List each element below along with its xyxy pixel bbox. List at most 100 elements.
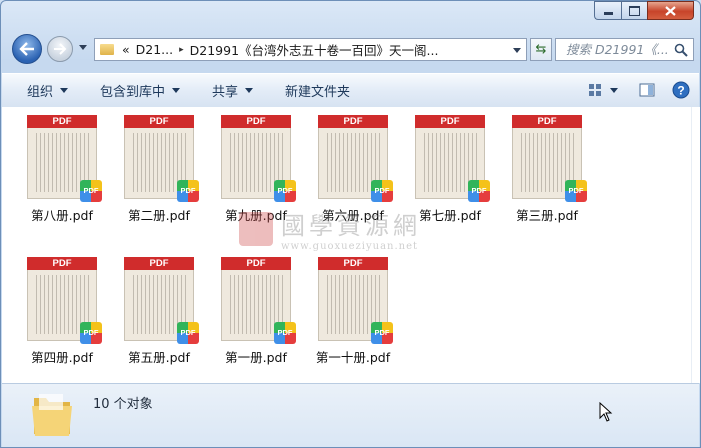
- change-view-button[interactable]: [585, 80, 605, 100]
- file-name: 第九册.pdf: [225, 208, 287, 223]
- file-item[interactable]: PDF PDF 第九册.pdf: [208, 115, 304, 224]
- forward-arrow-icon: [54, 43, 67, 55]
- help-icon: ?: [672, 81, 690, 99]
- explorer-window: « D21... ▸ D21991《台湾外志五十卷一百回》天一阁... ⇆ 搜索…: [0, 0, 701, 448]
- address-segment-parent[interactable]: D21...: [136, 42, 173, 57]
- folder-icon: [100, 44, 114, 55]
- share-label: 共享: [212, 85, 239, 100]
- pdf-app-icon: PDF: [274, 322, 296, 344]
- pdf-band: PDF: [318, 115, 388, 128]
- file-item[interactable]: PDF PDF 第四册.pdf: [14, 257, 110, 366]
- search-icon: [674, 43, 688, 57]
- close-button[interactable]: [647, 1, 694, 20]
- file-list-pane[interactable]: PDF PDF 第八册.pdf PDF PDF 第二册.pdf PDF PDF 第九册…: [2, 107, 691, 383]
- address-bar[interactable]: « D21... ▸ D21991《台湾外志五十卷一百回》天一阁...: [94, 38, 527, 61]
- pdf-app-icon: PDF: [468, 180, 490, 202]
- file-item[interactable]: PDF PDF 第五册.pdf: [111, 257, 207, 366]
- pdf-app-icon: PDF: [177, 322, 199, 344]
- search-placeholder: 搜索 D21991《...: [566, 42, 669, 57]
- refresh-button[interactable]: ⇆: [530, 38, 552, 61]
- preview-pane-button[interactable]: [637, 80, 657, 100]
- forward-button[interactable]: [47, 36, 73, 62]
- mouse-pointer-icon: [599, 402, 613, 422]
- pdf-app-icon: PDF: [177, 180, 199, 202]
- file-item[interactable]: PDF PDF 第七册.pdf: [402, 115, 498, 224]
- pdf-app-icon: PDF: [274, 180, 296, 202]
- pdf-thumbnail: PDF PDF: [318, 115, 393, 202]
- maximize-icon: [629, 5, 640, 16]
- pdf-app-icon: PDF: [80, 180, 102, 202]
- file-name: 第八册.pdf: [31, 208, 93, 223]
- refresh-icon: ⇆: [535, 42, 547, 57]
- back-button[interactable]: [12, 34, 42, 64]
- navigation-bar: « D21... ▸ D21991《台湾外志五十卷一百回》天一阁... ⇆ 搜索…: [9, 34, 694, 64]
- pdf-band: PDF: [221, 115, 291, 128]
- chevron-down-icon: [245, 88, 254, 93]
- file-item[interactable]: PDF PDF 第六册.pdf: [305, 115, 401, 224]
- close-icon: [665, 5, 676, 16]
- organize-label: 组织: [27, 85, 54, 100]
- new-folder-label: 新建文件夹: [285, 85, 351, 100]
- file-item[interactable]: PDF PDF 第一十册.pdf: [305, 257, 401, 366]
- back-arrow-icon: [19, 42, 34, 56]
- file-name: 第七册.pdf: [419, 208, 481, 223]
- pdf-thumbnail: PDF PDF: [221, 115, 296, 202]
- pdf-thumbnail: PDF PDF: [318, 257, 393, 344]
- window-caption-buttons: [594, 1, 694, 20]
- pdf-thumbnail: PDF PDF: [415, 115, 490, 202]
- pdf-thumbnail: PDF PDF: [124, 257, 199, 344]
- include-library-label: 包含到库中: [100, 85, 166, 100]
- file-name: 第一册.pdf: [225, 350, 287, 365]
- address-segment-current[interactable]: D21991《台湾外志五十卷一百回》天一阁...: [190, 40, 439, 59]
- minimize-button[interactable]: [594, 1, 621, 20]
- chevron-down-icon: [172, 88, 181, 93]
- file-name: 第二册.pdf: [128, 208, 190, 223]
- svg-text:?: ?: [677, 84, 684, 98]
- address-separator[interactable]: ▸: [179, 45, 184, 55]
- organize-menu[interactable]: 组织: [2, 81, 80, 100]
- address-dropdown[interactable]: [513, 48, 521, 53]
- pdf-thumbnail: PDF PDF: [27, 115, 102, 202]
- file-name: 第六册.pdf: [322, 208, 384, 223]
- new-folder-button[interactable]: 新建文件夹: [265, 81, 362, 100]
- recent-pages-dropdown[interactable]: [79, 45, 87, 50]
- command-bar: 组织 包含到库中 共享 新建文件夹 ?: [2, 73, 699, 108]
- file-name: 第一十册.pdf: [315, 350, 391, 365]
- pdf-band: PDF: [512, 115, 582, 128]
- file-name: 第三册.pdf: [516, 208, 578, 223]
- file-item[interactable]: PDF PDF 第二册.pdf: [111, 115, 207, 224]
- pdf-band: PDF: [415, 115, 485, 128]
- pdf-thumbnail: PDF PDF: [27, 257, 102, 344]
- details-pane: 10 个对象: [2, 383, 699, 447]
- pdf-thumbnail: PDF PDF: [221, 257, 296, 344]
- item-count: 10 个对象: [93, 397, 153, 412]
- pdf-band: PDF: [27, 257, 97, 270]
- file-item[interactable]: PDF PDF 第八册.pdf: [14, 115, 110, 224]
- folder-icon: [32, 394, 72, 436]
- pdf-app-icon: PDF: [565, 180, 587, 202]
- file-item[interactable]: PDF PDF 第三册.pdf: [499, 115, 595, 224]
- pdf-app-icon: PDF: [80, 322, 102, 344]
- file-name: 第五册.pdf: [128, 350, 190, 365]
- view-controls: ?: [575, 80, 691, 100]
- file-item[interactable]: PDF PDF 第一册.pdf: [208, 257, 304, 366]
- address-overflow-chevron[interactable]: «: [122, 42, 130, 57]
- pdf-band: PDF: [221, 257, 291, 270]
- include-in-library-menu[interactable]: 包含到库中: [80, 81, 192, 100]
- pdf-thumbnail: PDF PDF: [124, 115, 199, 202]
- maximize-button[interactable]: [621, 1, 647, 20]
- share-menu[interactable]: 共享: [192, 81, 265, 100]
- search-box[interactable]: 搜索 D21991《...: [555, 38, 694, 61]
- pdf-band: PDF: [124, 257, 194, 270]
- pdf-band: PDF: [318, 257, 388, 270]
- pdf-app-icon: PDF: [371, 322, 393, 344]
- vertical-scrollbar[interactable]: [691, 107, 700, 383]
- help-button[interactable]: ?: [671, 80, 691, 100]
- pdf-app-icon: PDF: [371, 180, 393, 202]
- pdf-thumbnail: PDF PDF: [512, 115, 587, 202]
- chevron-down-icon: [60, 88, 69, 93]
- pdf-band: PDF: [27, 115, 97, 128]
- minimize-icon: [603, 12, 613, 15]
- view-options-dropdown[interactable]: [609, 80, 619, 100]
- file-name: 第四册.pdf: [31, 350, 93, 365]
